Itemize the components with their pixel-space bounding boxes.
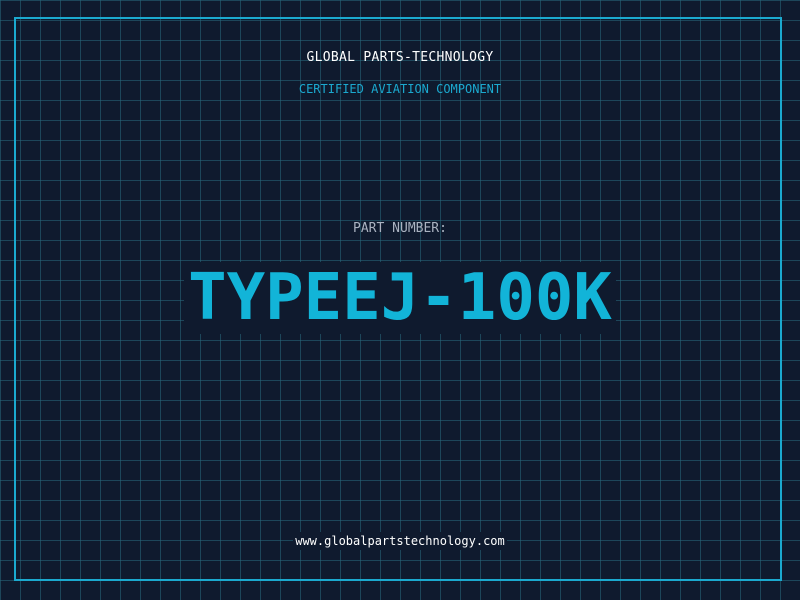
- certification-subtitle: CERTIFIED AVIATION COMPONENT: [298, 82, 502, 96]
- part-number-container: TYPEEJ-100K: [0, 262, 800, 334]
- company-name: GLOBAL PARTS-TECHNOLOGY: [306, 50, 494, 65]
- website-url: www.globalpartstechnology.com: [293, 532, 507, 550]
- part-number-label: PART NUMBER:: [353, 221, 447, 236]
- part-number-value: TYPEEJ-100K: [184, 262, 616, 334]
- footer: www.globalpartstechnology.com: [0, 530, 800, 550]
